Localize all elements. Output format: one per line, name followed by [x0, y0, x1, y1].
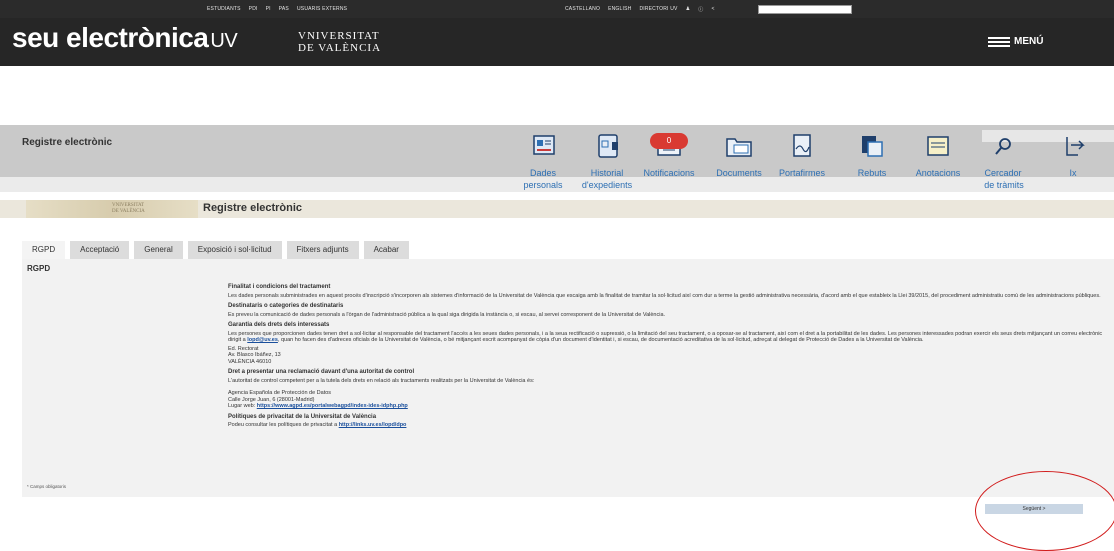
rgpd-content: Finalitat i condicions del tractament Le… [228, 280, 1114, 431]
nav-ix[interactable]: Ix [1058, 133, 1088, 181]
brand-row: VNIVERSITAT DE VALÈNCIA Registre electrò… [0, 200, 1114, 218]
section-heading: Destinataris o categories de destinatari… [228, 303, 344, 309]
user-icon[interactable]: ♟ [686, 6, 691, 12]
link-castellano[interactable]: CASTELLANO [565, 6, 600, 12]
privacy-link[interactable]: http://links.uv.es/lopd/dpo [339, 422, 407, 428]
site-header: seu electrònica UV VNIVERSITAT DE VALÈNCI… [0, 18, 1114, 66]
link-estudiants[interactable]: ESTUDIANTS [207, 6, 241, 12]
nav-documents[interactable]: Documents [711, 133, 767, 181]
link-usuaris-externs[interactable]: USUARIS EXTERNS [297, 6, 347, 12]
section-text-after: , quan ho facen des d'adreces oficials d… [277, 337, 924, 343]
tab-fitxers-adjunts[interactable]: Fitxers adjunts [286, 241, 359, 259]
nav-portafirmes[interactable]: Portafirmes [776, 133, 828, 181]
nav-anotacions[interactable]: Anotacions [910, 133, 966, 181]
nav-label: Notificacions [643, 168, 695, 178]
tab-acabar[interactable]: Acabar [363, 241, 409, 259]
nav-historial[interactable]: Historial [584, 133, 630, 181]
id-card-icon [533, 135, 555, 155]
form-tabs: RGPD Acceptació General Exposició i sol·… [22, 241, 409, 259]
folder-history-icon [598, 134, 618, 158]
top-bar: ESTUDIANTS PDI PI PAS USUARIS EXTERNS CA… [0, 0, 1114, 18]
section-text: L'autoritat de control competent per a l… [228, 377, 535, 384]
logo-suffix: UV [210, 30, 238, 52]
address-line: VALÈNCIA 46010 [228, 358, 272, 365]
receipts-icon [862, 136, 883, 157]
web-label: Lugar web: [228, 403, 256, 409]
info-icon[interactable]: ⓘ [698, 6, 703, 13]
link-directori[interactable]: DIRECTORI UV [639, 6, 677, 12]
section-text: Podeu consultar les polítiques de privac… [228, 422, 338, 428]
nav-label: Documents [716, 168, 762, 178]
nav-label: Ix [1069, 168, 1077, 178]
section-heading: Garantia dels drets dels interessats [228, 322, 330, 328]
nav-dades-personals-line2[interactable]: personals [521, 178, 565, 193]
university-logo[interactable]: VNIVERSITAT DE VALÈNCIA [298, 30, 381, 54]
nav-label: Anotacions [915, 168, 961, 178]
share-icon[interactable]: < [711, 6, 714, 12]
signature-icon [793, 134, 811, 157]
rights-paragraph: Les persones que proporcionen dades tene… [228, 331, 1114, 344]
privacy-paragraph: Podeu consultar les polítiques de privac… [228, 422, 1114, 429]
section-heading: Finalitat i condicions del tractament [228, 284, 331, 290]
email-link[interactable]: lopd@uv.es [247, 337, 278, 343]
nav-cercador-line2[interactable]: de tràmits [976, 178, 1032, 193]
address-block: Ed. Rectorat Av. Blasco Ibáñez, 13 VALÈN… [228, 346, 1114, 366]
page-title: Registre electrònic [203, 202, 303, 214]
section-text: Les dades personals subministrades en aq… [228, 292, 1101, 299]
exit-icon [1066, 137, 1085, 156]
link-english[interactable]: ENGLISH [608, 6, 631, 12]
link-pas[interactable]: PAS [279, 6, 289, 12]
section-heading: Polítiques de privacitat de la Universit… [228, 413, 377, 420]
tab-acceptacio[interactable]: Acceptació [70, 241, 130, 259]
university-banner: VNIVERSITAT DE VALÈNCIA [26, 200, 198, 218]
seu-electronica-logo[interactable]: seu electrònica UV [12, 22, 238, 54]
agency-web-link[interactable]: https://www.agpd.es/portalwebagpd/index-… [257, 403, 408, 409]
section-text: Es preveu la comunicació de dades person… [228, 311, 666, 318]
search-icon [995, 138, 1011, 155]
banner-line2: DE VALÈNCIA [112, 209, 145, 214]
menu-label: MENÚ [1014, 36, 1044, 47]
link-pdi[interactable]: PDI [249, 6, 258, 12]
notes-icon [927, 136, 949, 156]
tab-general[interactable]: General [134, 241, 183, 259]
highlight-circle [975, 471, 1114, 551]
university-line1: VNIVERSITAT [298, 30, 380, 42]
nav-dades-personals[interactable]: Dades [521, 133, 565, 181]
nav-historial-line2[interactable]: d'expedients [579, 178, 635, 193]
hamburger-icon [988, 36, 1010, 47]
registre-title: Registre electrònic [22, 137, 113, 148]
audience-links: ESTUDIANTS PDI PI PAS USUARIS EXTERNS [207, 0, 347, 18]
documents-icon [726, 138, 752, 157]
required-fields-note: * Camps obligatoris [27, 484, 67, 489]
nav-label: Rebuts [857, 168, 887, 178]
menu-button[interactable]: MENÚ [988, 36, 1043, 47]
link-pi[interactable]: PI [266, 6, 271, 12]
tab-rgpd[interactable]: RGPD [22, 241, 66, 259]
nav-label: Portafirmes [778, 168, 825, 178]
logo-text: seu electrònica [12, 22, 209, 53]
nav-rebuts[interactable]: Rebuts [852, 133, 892, 181]
panel-title: RGPD [27, 264, 51, 273]
section-heading: Dret a presentar una reclamació davant d… [228, 369, 415, 375]
utility-links: CASTELLANO ENGLISH DIRECTORI UV ♟ ⓘ < [565, 0, 715, 18]
rgpd-panel: RGPD Finalitat i condicions del tractame… [22, 259, 1114, 497]
notification-count-badge: 0 [650, 133, 688, 149]
agency-block: Agencia Española de Protección de Datos … [228, 390, 1114, 410]
top-search-input[interactable] [758, 5, 852, 14]
nav-cercador[interactable]: Cercador [980, 133, 1026, 181]
tab-exposicio[interactable]: Exposició i sol·licitud [187, 241, 282, 259]
university-line2: DE VALÈNCIA [298, 42, 382, 54]
